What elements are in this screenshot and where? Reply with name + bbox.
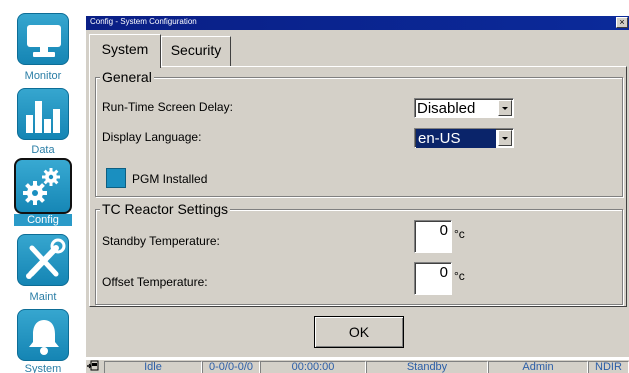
tc-reactor-group-title: TC Reactor Settings: [100, 201, 231, 217]
language-select[interactable]: en-US: [414, 128, 514, 148]
tools-icon: [26, 238, 66, 279]
pgm-installed-checkbox[interactable]: [106, 168, 126, 188]
standby-temperature-value: 0: [439, 222, 448, 239]
nav-data-button[interactable]: [17, 88, 69, 140]
bell-icon: [29, 320, 59, 355]
screen-delay-select[interactable]: Disabled: [414, 98, 514, 118]
nav-maint-button[interactable]: [17, 234, 69, 286]
nav-monitor-label: Monitor: [24, 70, 62, 82]
nav-data-label: Data: [31, 144, 55, 156]
language-value: en-US: [416, 129, 496, 148]
nav-config-label: Config: [14, 214, 72, 226]
connection-icon[interactable]: [86, 360, 100, 373]
nav-system-label: System: [24, 363, 62, 373]
chevron-down-icon[interactable]: [498, 100, 512, 116]
status-user: Admin: [488, 361, 588, 373]
side-navigation: Monitor Data Config Maint System: [0, 0, 86, 373]
status-timer: 00:00:00: [260, 361, 366, 373]
status-bar: Idle 0-0/0-0/0 00:00:00 Standby Admin ND…: [86, 359, 629, 373]
nav-config-button[interactable]: [14, 158, 72, 214]
config-dialog: Config - System Configuration × System S…: [86, 16, 629, 357]
language-label: Display Language:: [102, 130, 202, 144]
status-counts: 0-0/0-0/0: [202, 361, 260, 373]
screen-delay-label: Run-Time Screen Delay:: [102, 100, 233, 114]
nav-maint-label: Maint: [29, 291, 57, 303]
status-state: Idle: [104, 361, 202, 373]
status-detector: NDIR: [588, 361, 629, 373]
nav-system-button[interactable]: [17, 309, 69, 361]
ok-button[interactable]: OK: [314, 316, 404, 348]
gears-icon: [23, 168, 60, 205]
general-group: General Run-Time Screen Delay: Disabled …: [95, 69, 623, 197]
standby-temperature-input[interactable]: 0: [414, 220, 452, 253]
tab-system[interactable]: System: [89, 34, 161, 68]
nav-monitor-button[interactable]: [17, 13, 69, 65]
pgm-installed-label: PGM Installed: [132, 172, 208, 186]
monitor-icon: [27, 25, 61, 57]
standby-temperature-unit: °c: [454, 227, 465, 241]
chevron-down-icon[interactable]: [498, 130, 512, 146]
dialog-titlebar: Config - System Configuration ×: [86, 16, 629, 30]
status-mode: Standby: [366, 361, 488, 373]
screen-delay-value: Disabled: [417, 100, 476, 117]
offset-temperature-label: Offset Temperature:: [102, 275, 208, 289]
tab-panel-system: General Run-Time Screen Delay: Disabled …: [89, 66, 627, 307]
close-button[interactable]: ×: [616, 17, 628, 28]
offset-temperature-value: 0: [439, 264, 448, 281]
bar-chart-icon: [26, 101, 60, 133]
general-group-title: General: [100, 69, 154, 85]
standby-temperature-label: Standby Temperature:: [102, 234, 220, 248]
tab-security[interactable]: Security: [161, 36, 231, 66]
offset-temperature-unit: °c: [454, 269, 465, 283]
dialog-title: Config - System Configuration: [90, 17, 197, 26]
tc-reactor-group: TC Reactor Settings Standby Temperature:…: [95, 201, 623, 305]
app-root: Monitor Data Config Maint System Config …: [0, 0, 629, 373]
offset-temperature-input[interactable]: 0: [414, 262, 452, 295]
